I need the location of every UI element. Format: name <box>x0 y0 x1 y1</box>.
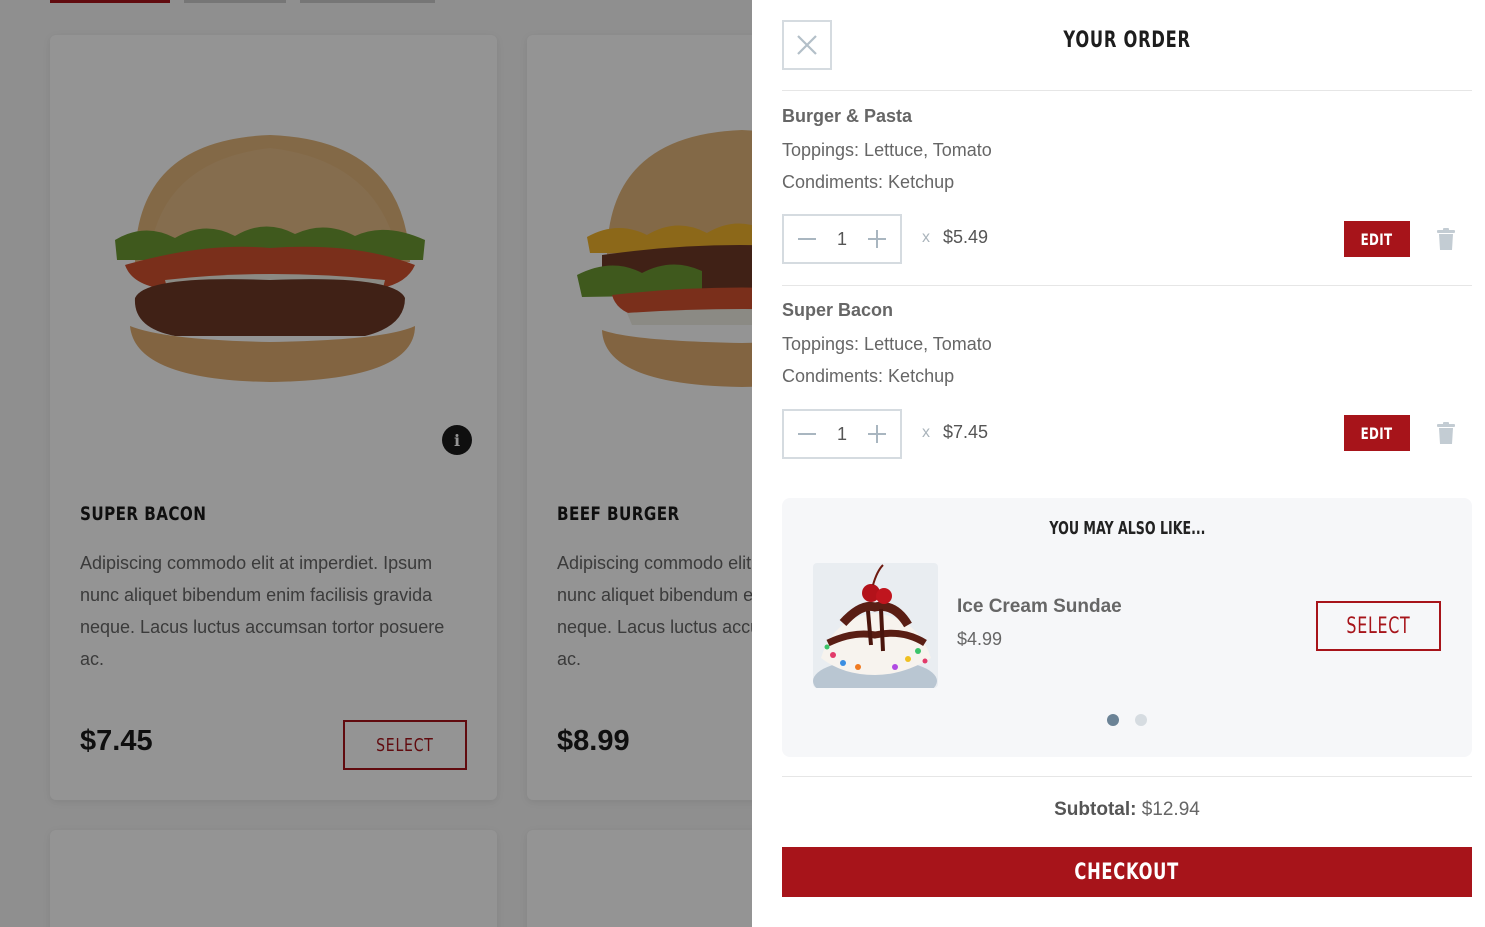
cart-item: Burger & Pasta Toppings: Lettuce, Tomato… <box>782 106 1472 266</box>
plus-icon[interactable] <box>866 228 888 250</box>
modal-overlay[interactable] <box>0 0 752 927</box>
panel-title-text: YOUR ORDER <box>1063 28 1191 53</box>
panel-title: YOUR ORDER <box>752 28 1485 53</box>
divider <box>782 776 1472 777</box>
carousel-dot-active[interactable] <box>1107 714 1119 726</box>
upsell-select-button[interactable]: SELECT <box>1316 601 1441 651</box>
subtotal: Subtotal: $12.94 <box>782 799 1472 821</box>
divider <box>782 90 1472 91</box>
plus-icon[interactable] <box>866 423 888 445</box>
subtotal-value: $12.94 <box>1141 799 1200 820</box>
upsell-select-label: SELECT <box>1346 613 1411 639</box>
quantity-value[interactable]: 1 <box>837 424 847 445</box>
edit-button[interactable]: EDIT <box>1344 221 1410 257</box>
checkout-button[interactable]: CHECKOUT <box>782 847 1472 897</box>
cart-item-price: $5.49 <box>943 227 989 247</box>
cart-item-name: Super Bacon <box>782 300 894 320</box>
edit-button-label: EDIT <box>1361 229 1393 249</box>
cart-item-toppings: Toppings: Lettuce, Tomato <box>782 334 992 354</box>
quantity-stepper: 1 <box>782 409 902 459</box>
edit-button-label: EDIT <box>1361 423 1393 443</box>
quantity-stepper: 1 <box>782 214 902 264</box>
cart-item-toppings: Toppings: Lettuce, Tomato <box>782 140 992 160</box>
minus-icon[interactable] <box>796 423 818 445</box>
minus-icon[interactable] <box>796 228 818 250</box>
times-sign: x <box>922 424 930 441</box>
checkout-button-label: CHECKOUT <box>1074 859 1180 885</box>
upsell-title-text: YOU MAY ALSO LIKE... <box>1048 518 1205 539</box>
upsell-carousel: YOU MAY ALSO LIKE... Ice Cream Sundae $4… <box>782 498 1472 757</box>
upsell-title: YOU MAY ALSO LIKE... <box>782 518 1472 539</box>
cart-panel: YOUR ORDER Burger & Pasta Toppings: Lett… <box>752 0 1485 927</box>
ice-cream-sundae-image <box>813 563 938 688</box>
trash-icon[interactable] <box>1437 228 1455 250</box>
cart-item: Super Bacon Toppings: Lettuce, Tomato Co… <box>782 300 1472 460</box>
quantity-value[interactable]: 1 <box>837 229 847 250</box>
trash-icon[interactable] <box>1437 422 1455 444</box>
divider <box>782 285 1472 286</box>
carousel-dot[interactable] <box>1135 714 1147 726</box>
edit-button[interactable]: EDIT <box>1344 415 1410 451</box>
cart-item-price: $7.45 <box>943 422 989 442</box>
times-sign: x <box>922 229 930 246</box>
cart-item-condiments: Condiments: Ketchup <box>782 366 955 386</box>
cart-item-name: Burger & Pasta <box>782 106 913 126</box>
subtotal-label: Subtotal: <box>1054 799 1137 820</box>
upsell-product-name: Ice Cream Sundae <box>957 596 1122 617</box>
cart-item-condiments: Condiments: Ketchup <box>782 172 955 192</box>
upsell-product-price: $4.99 <box>957 629 1003 649</box>
